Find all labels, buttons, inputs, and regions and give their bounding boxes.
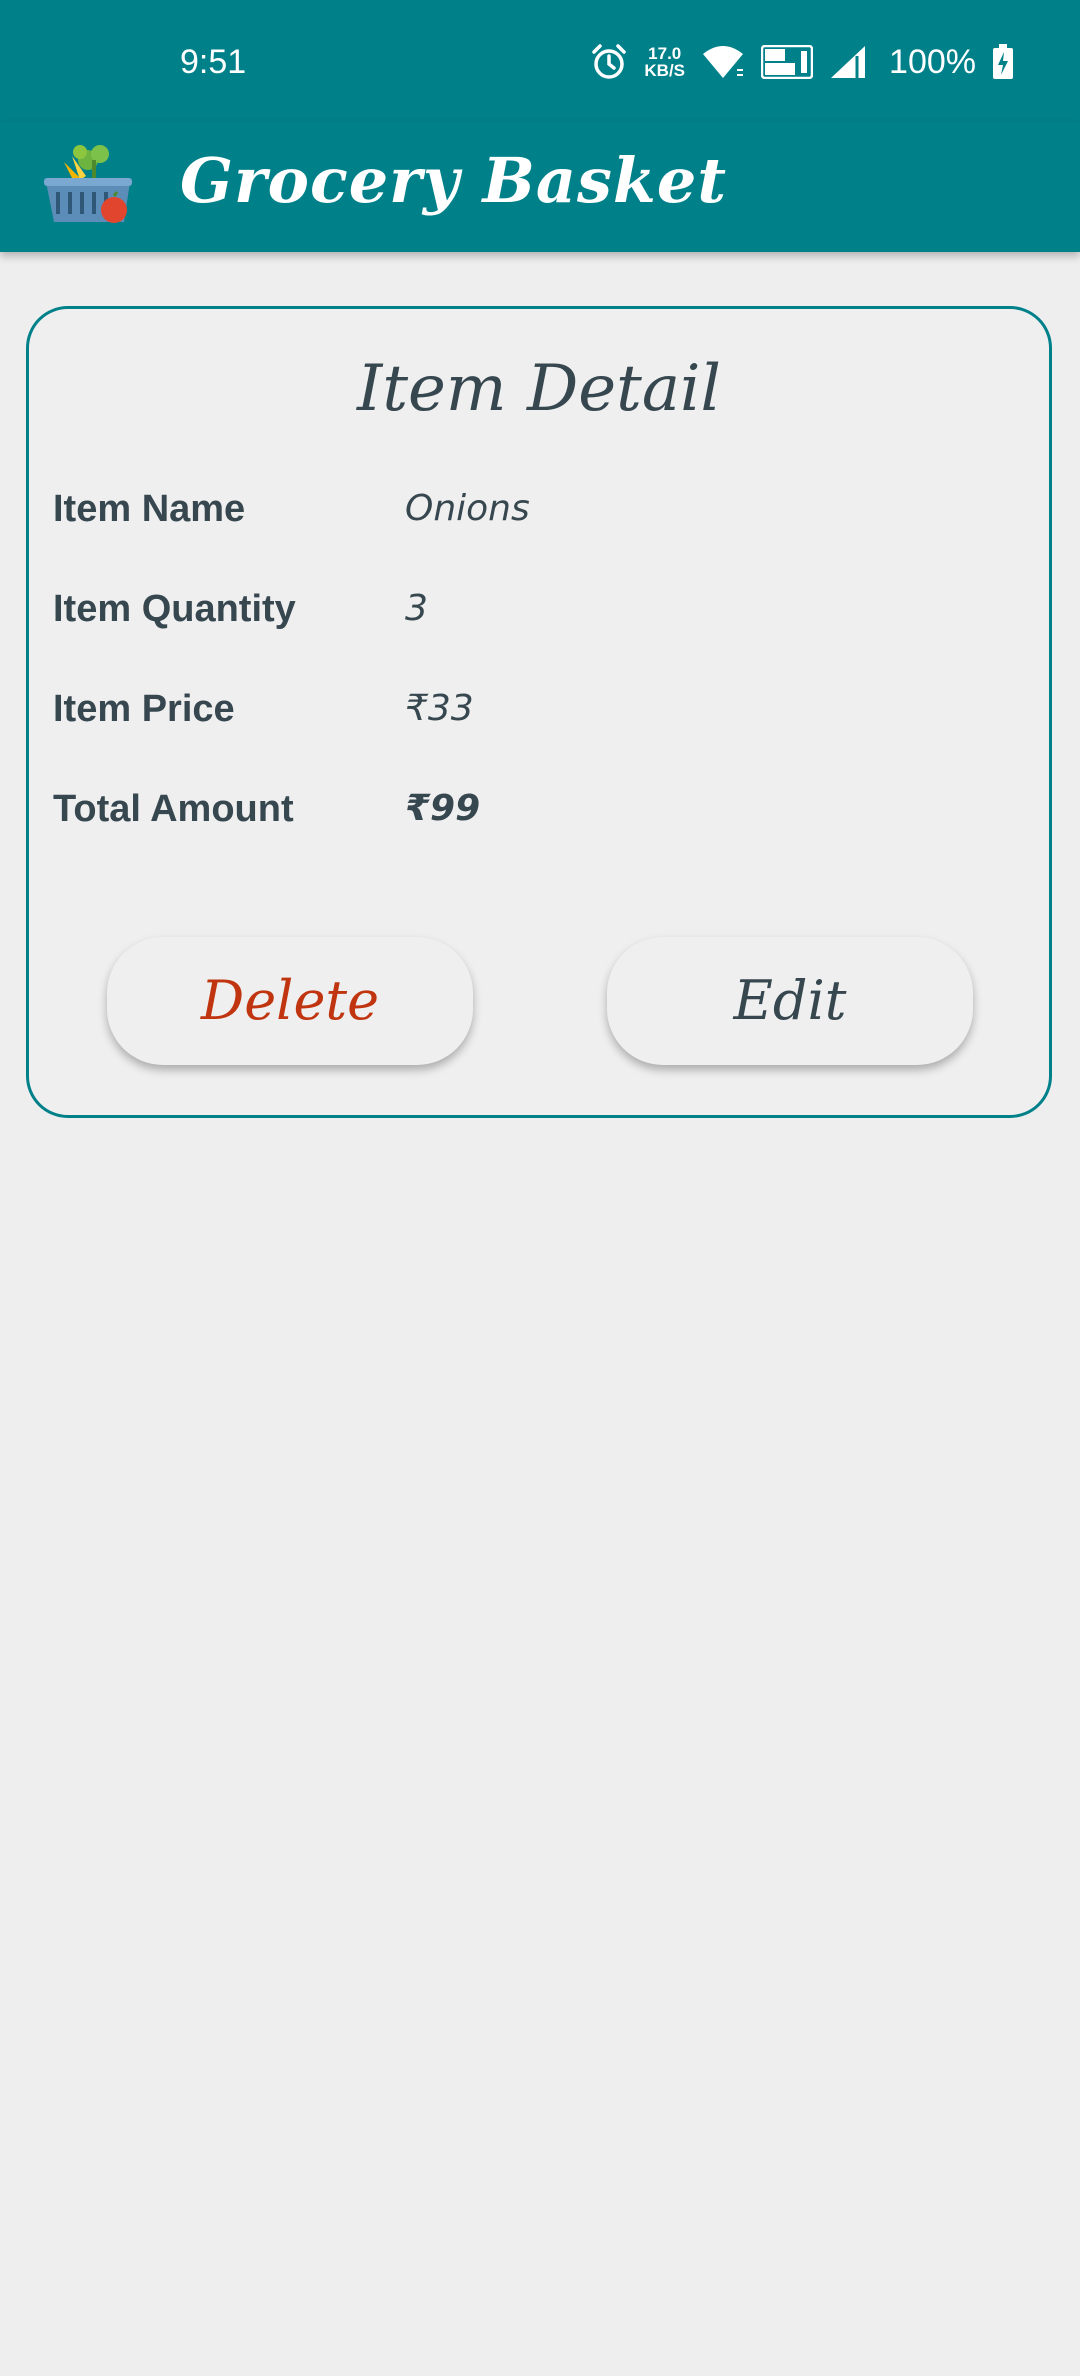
edit-button[interactable]: Edit bbox=[607, 937, 973, 1065]
item-name-row: Item Name Onions bbox=[53, 479, 1013, 539]
delete-button[interactable]: Delete bbox=[107, 937, 473, 1065]
wifi-icon bbox=[703, 46, 744, 78]
status-time: 9:51 bbox=[180, 43, 247, 81]
item-quantity-label: Item Quantity bbox=[53, 588, 296, 630]
item-detail-card: Item Detail Item Name Onions Item Quanti… bbox=[26, 306, 1052, 1118]
app-title: Grocery Basket bbox=[180, 144, 727, 217]
alarm-icon bbox=[592, 44, 627, 79]
card-title: Item Detail bbox=[357, 352, 721, 426]
battery-percent: 100% bbox=[889, 42, 976, 81]
cell-signal-icon bbox=[831, 46, 866, 78]
total-amount-value: ₹99 bbox=[405, 788, 481, 829]
network-speed-value: 17.0 bbox=[648, 44, 682, 63]
item-price-row: Item Price ₹33 bbox=[53, 679, 1013, 739]
network-speed: 17.0 KB/S bbox=[644, 45, 685, 79]
status-bar: 9:51 17.0 KB/S 100% bbox=[0, 0, 1080, 122]
network-speed-unit: KB/S bbox=[644, 61, 686, 80]
item-quantity-value: 3 bbox=[405, 588, 428, 629]
app-bar: Grocery Basket bbox=[0, 122, 1080, 252]
item-price-label: Item Price bbox=[53, 688, 235, 730]
battery-charging-icon bbox=[993, 44, 1013, 79]
item-name-value: Onions bbox=[405, 488, 530, 529]
grocery-basket-logo-icon bbox=[44, 145, 132, 223]
status-icons: 17.0 KB/S 100% bbox=[574, 38, 1014, 86]
item-name-label: Item Name bbox=[53, 488, 246, 530]
item-price-value: ₹33 bbox=[405, 688, 474, 729]
total-amount-label: Total Amount bbox=[53, 788, 294, 830]
item-quantity-row: Item Quantity 3 bbox=[53, 579, 1013, 639]
total-amount-row: Total Amount ₹99 bbox=[53, 779, 1013, 839]
vowifi-icon bbox=[761, 45, 814, 79]
